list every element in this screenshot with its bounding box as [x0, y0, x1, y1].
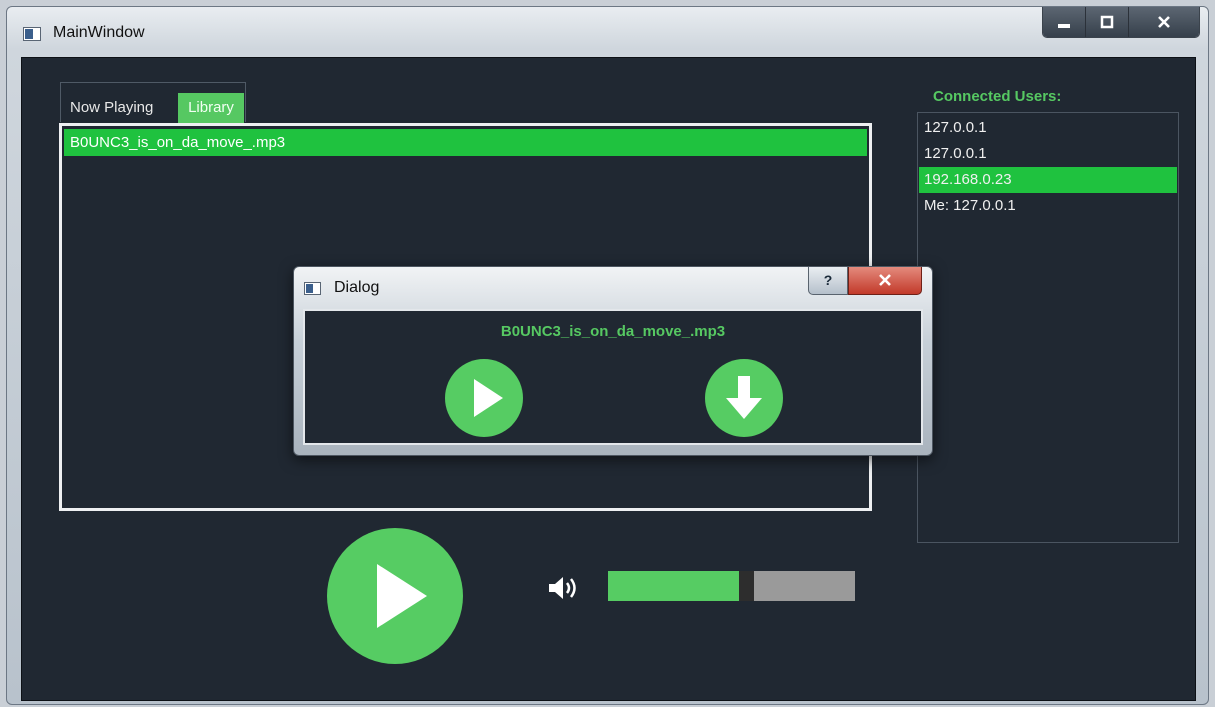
dialog-window: Dialog ? B0UNC3_is_on_da_move_.mp3	[293, 266, 933, 456]
dialog-close-button[interactable]	[848, 267, 922, 295]
speaker-icon[interactable]	[547, 575, 583, 601]
help-button[interactable]: ?	[808, 267, 848, 295]
user-item-label: 127.0.0.1	[924, 119, 987, 136]
download-arrow-icon	[726, 376, 762, 419]
close-icon	[879, 274, 891, 286]
volume-fill	[608, 571, 739, 601]
dialog-app-icon	[304, 282, 321, 295]
minimize-button[interactable]	[1043, 7, 1085, 37]
list-item[interactable]: B0UNC3_is_on_da_move_.mp3	[64, 129, 867, 156]
tab-bar: Now Playing Library	[60, 82, 246, 123]
window-controls	[1042, 7, 1200, 38]
title-bar[interactable]: MainWindow	[7, 7, 1208, 57]
play-icon	[377, 564, 427, 628]
close-icon	[1158, 16, 1170, 28]
dialog-filename: B0UNC3_is_on_da_move_.mp3	[500, 323, 726, 340]
volume-slider[interactable]	[608, 571, 855, 601]
dialog-play-button[interactable]	[445, 359, 523, 437]
close-button[interactable]	[1128, 7, 1199, 37]
tab-library[interactable]: Library	[178, 93, 244, 123]
volume-handle[interactable]	[739, 571, 754, 601]
minimize-icon	[1058, 24, 1070, 28]
maximize-button[interactable]	[1085, 7, 1128, 37]
user-item-label: 192.168.0.23	[924, 171, 1012, 188]
connected-users-title: Connected Users:	[933, 88, 1062, 105]
list-item-label: B0UNC3_is_on_da_move_.mp3	[70, 134, 286, 151]
user-item[interactable]: 192.168.0.23	[919, 167, 1177, 193]
connected-users-list[interactable]: 127.0.0.1 127.0.0.1 192.168.0.23 Me: 127…	[917, 112, 1179, 543]
user-item[interactable]: Me: 127.0.0.1	[919, 193, 1177, 219]
play-button[interactable]	[327, 528, 463, 664]
user-item[interactable]: 127.0.0.1	[919, 115, 1177, 141]
window-title: MainWindow	[53, 24, 145, 41]
user-item-label: Me: 127.0.0.1	[924, 197, 1016, 214]
play-icon	[474, 379, 503, 417]
maximize-icon	[1100, 15, 1114, 29]
user-item-label: 127.0.0.1	[924, 145, 987, 162]
user-item[interactable]: 127.0.0.1	[919, 141, 1177, 167]
dialog-body: B0UNC3_is_on_da_move_.mp3	[303, 309, 923, 445]
dialog-title: Dialog	[334, 279, 380, 296]
tab-now-playing[interactable]: Now Playing	[63, 93, 160, 123]
app-icon	[23, 27, 41, 41]
dialog-download-button[interactable]	[705, 359, 783, 437]
